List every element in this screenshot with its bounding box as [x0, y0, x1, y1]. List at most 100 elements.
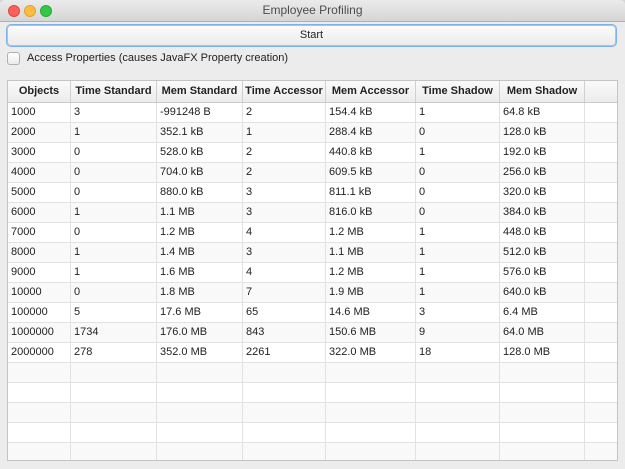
- empty-cell: [326, 443, 416, 460]
- cell-filler: [585, 263, 617, 282]
- table-row[interactable]: 1000000 1734 176.0 MB 843 150.6 MB 9 64.0 MB: [8, 323, 617, 343]
- cell-time-shadow: 18: [416, 343, 500, 362]
- empty-table-row: [8, 443, 617, 460]
- table-row[interactable]: 10000 0 1.8 MB 7 1.9 MB 1 640.0 kB: [8, 283, 617, 303]
- cell-time-accessor: 2: [243, 103, 326, 122]
- empty-cell: [500, 363, 585, 382]
- cell-filler: [585, 243, 617, 262]
- cell-time-accessor: 7: [243, 283, 326, 302]
- cell-time-standard: 1734: [71, 323, 157, 342]
- cell-objects: 2000: [8, 123, 71, 142]
- cell-time-standard: 0: [71, 283, 157, 302]
- cell-filler: [585, 163, 617, 182]
- cell-objects: 6000: [8, 203, 71, 222]
- cell-time-shadow: 3: [416, 303, 500, 322]
- cell-time-standard: 0: [71, 163, 157, 182]
- empty-cell: [326, 423, 416, 442]
- cell-time-accessor: 3: [243, 203, 326, 222]
- empty-cell: [71, 423, 157, 442]
- empty-cell: [585, 403, 617, 422]
- cell-time-shadow: 1: [416, 243, 500, 262]
- column-header-time-accessor[interactable]: Time Accessor: [243, 81, 326, 102]
- cell-mem-shadow: 128.0 MB: [500, 343, 585, 362]
- table-row[interactable]: 9000 1 1.6 MB 4 1.2 MB 1 576.0 kB: [8, 263, 617, 283]
- empty-table-row: [8, 363, 617, 383]
- cell-time-shadow: 0: [416, 123, 500, 142]
- cell-mem-accessor: 816.0 kB: [326, 203, 416, 222]
- column-header-mem-accessor[interactable]: Mem Accessor: [326, 81, 416, 102]
- cell-mem-accessor: 1.1 MB: [326, 243, 416, 262]
- cell-time-standard: 1: [71, 203, 157, 222]
- results-table[interactable]: Objects Time Standard Mem Standard Time Acc…: [7, 80, 618, 461]
- cell-time-accessor: 3: [243, 183, 326, 202]
- cell-mem-shadow: 448.0 kB: [500, 223, 585, 242]
- cell-time-shadow: 1: [416, 103, 500, 122]
- cell-time-standard: 0: [71, 223, 157, 242]
- cell-mem-shadow: 256.0 kB: [500, 163, 585, 182]
- table-row[interactable]: 7000 0 1.2 MB 4 1.2 MB 1 448.0 kB: [8, 223, 617, 243]
- empty-cell: [326, 403, 416, 422]
- cell-time-standard: 278: [71, 343, 157, 362]
- access-properties-option[interactable]: Access Properties (causes JavaFX Propert…: [7, 50, 288, 66]
- cell-mem-standard: 352.1 kB: [157, 123, 243, 142]
- cell-time-standard: 5: [71, 303, 157, 322]
- cell-mem-standard: 176.0 MB: [157, 323, 243, 342]
- column-header-mem-shadow[interactable]: Mem Shadow: [500, 81, 585, 102]
- column-header-objects[interactable]: Objects: [8, 81, 71, 102]
- cell-time-accessor: 2261: [243, 343, 326, 362]
- cell-objects: 5000: [8, 183, 71, 202]
- table-row[interactable]: 8000 1 1.4 MB 3 1.1 MB 1 512.0 kB: [8, 243, 617, 263]
- cell-objects: 8000: [8, 243, 71, 262]
- table-row[interactable]: 6000 1 1.1 MB 3 816.0 kB 0 384.0 kB: [8, 203, 617, 223]
- table-row[interactable]: 100000 5 17.6 MB 65 14.6 MB 3 6.4 MB: [8, 303, 617, 323]
- empty-cell: [500, 443, 585, 460]
- cell-time-accessor: 4: [243, 263, 326, 282]
- cell-time-shadow: 1: [416, 143, 500, 162]
- table-row[interactable]: 1000 3 -991248 B 2 154.4 kB 1 64.8 kB: [8, 103, 617, 123]
- cell-objects: 1000: [8, 103, 71, 122]
- cell-mem-standard: 1.4 MB: [157, 243, 243, 262]
- access-properties-checkbox[interactable]: [7, 51, 20, 65]
- table-row[interactable]: 2000 1 352.1 kB 1 288.4 kB 0 128.0 kB: [8, 123, 617, 143]
- cell-filler: [585, 143, 617, 162]
- cell-filler: [585, 203, 617, 222]
- cell-objects: 7000: [8, 223, 71, 242]
- column-header-time-shadow[interactable]: Time Shadow: [416, 81, 500, 102]
- start-button[interactable]: Start: [7, 25, 616, 46]
- empty-cell: [585, 363, 617, 382]
- column-header-time-standard[interactable]: Time Standard: [71, 81, 157, 102]
- cell-mem-accessor: 14.6 MB: [326, 303, 416, 322]
- empty-cell: [8, 363, 71, 382]
- empty-table-row: [8, 383, 617, 403]
- cell-time-shadow: 0: [416, 203, 500, 222]
- empty-cell: [71, 403, 157, 422]
- cell-mem-standard: 1.8 MB: [157, 283, 243, 302]
- empty-table-row: [8, 403, 617, 423]
- cell-mem-shadow: 192.0 kB: [500, 143, 585, 162]
- cell-objects: 100000: [8, 303, 71, 322]
- column-header-mem-standard[interactable]: Mem Standard: [157, 81, 243, 102]
- empty-cell: [585, 423, 617, 442]
- table-row[interactable]: 3000 0 528.0 kB 2 440.8 kB 1 192.0 kB: [8, 143, 617, 163]
- cell-time-standard: 1: [71, 123, 157, 142]
- cell-mem-standard: 704.0 kB: [157, 163, 243, 182]
- cell-mem-standard: -991248 B: [157, 103, 243, 122]
- employee-profiling-window: Employee Profiling Start Access Properti…: [0, 0, 625, 469]
- cell-mem-shadow: 512.0 kB: [500, 243, 585, 262]
- access-properties-label[interactable]: Access Properties (causes JavaFX Propert…: [27, 52, 288, 64]
- table-row[interactable]: 5000 0 880.0 kB 3 811.1 kB 0 320.0 kB: [8, 183, 617, 203]
- cell-mem-shadow: 640.0 kB: [500, 283, 585, 302]
- empty-cell: [8, 443, 71, 460]
- cell-mem-accessor: 440.8 kB: [326, 143, 416, 162]
- cell-time-standard: 0: [71, 183, 157, 202]
- cell-mem-shadow: 576.0 kB: [500, 263, 585, 282]
- table-row[interactable]: 2000000 278 352.0 MB 2261 322.0 MB 18 128.0 MB: [8, 343, 617, 363]
- cell-time-standard: 1: [71, 263, 157, 282]
- cell-mem-shadow: 64.8 kB: [500, 103, 585, 122]
- cell-mem-shadow: 384.0 kB: [500, 203, 585, 222]
- cell-objects: 3000: [8, 143, 71, 162]
- table-row[interactable]: 4000 0 704.0 kB 2 609.5 kB 0 256.0 kB: [8, 163, 617, 183]
- cell-mem-accessor: 150.6 MB: [326, 323, 416, 342]
- empty-cell: [585, 383, 617, 402]
- empty-cell: [500, 403, 585, 422]
